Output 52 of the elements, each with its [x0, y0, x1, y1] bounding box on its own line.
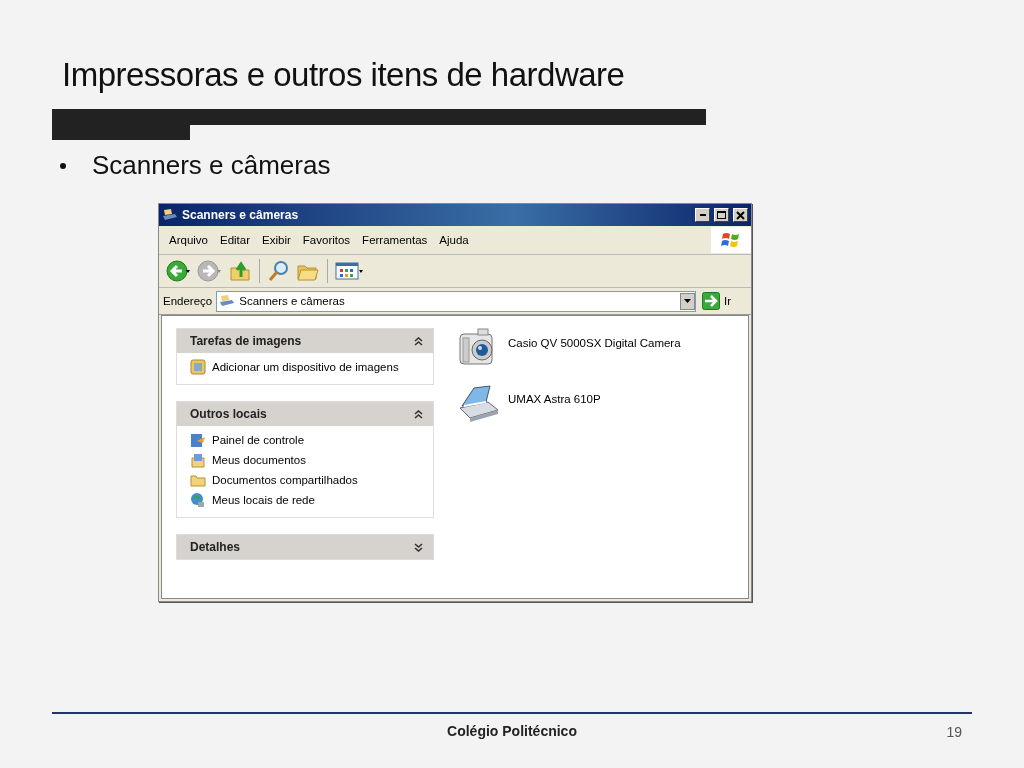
menu-item[interactable]: Ajuda — [433, 234, 475, 246]
forward-button[interactable] — [196, 258, 224, 284]
arrow-icon — [701, 292, 720, 310]
slide-title: Impressoras e outros itens de hardware — [62, 56, 626, 95]
address-field[interactable]: Scanners e câmeras — [216, 290, 696, 312]
back-icon — [166, 259, 192, 283]
task-link[interactable]: Adicionar um dispositivo de imagens — [190, 359, 421, 375]
task-link[interactable]: Documentos compartilhados — [190, 472, 421, 488]
close-icon — [736, 210, 745, 220]
address-label: Endereço — [163, 295, 213, 307]
scanner-icon — [162, 208, 178, 222]
panel-header[interactable]: Detalhes — [177, 535, 433, 559]
task-link[interactable]: Meus locais de rede — [190, 492, 421, 508]
menu-item[interactable]: Ferramentas — [356, 234, 434, 246]
dropdown-button[interactable] — [679, 292, 695, 310]
panel-title: Detalhes — [190, 540, 241, 554]
folder-up-icon — [228, 259, 252, 283]
panel-title: Tarefas de imagens — [190, 334, 302, 348]
windows-flag-icon — [721, 231, 741, 249]
minimize-button[interactable] — [695, 208, 710, 222]
views-icon — [335, 259, 364, 283]
task-link[interactable]: Painel de controle — [190, 432, 421, 448]
footer-text: Colégio Politécnico — [447, 723, 577, 739]
menu-item[interactable]: Editar — [214, 234, 257, 246]
task-link[interactable]: Meus documentos — [190, 452, 421, 468]
bullet-text: Scanners e câmeras — [92, 150, 331, 181]
address-value: Scanners e câmeras — [239, 295, 345, 307]
device-name[interactable]: UMAX Astra 610P — [508, 393, 601, 405]
window-title: Scanners e câmeras — [182, 208, 300, 222]
search-icon — [267, 259, 291, 283]
panel-header[interactable]: Outros locais — [177, 402, 433, 426]
folder-icon — [190, 472, 206, 488]
forward-icon — [197, 259, 223, 283]
panel-header[interactable]: Tarefas de imagens — [177, 329, 433, 353]
device-name[interactable]: Casio QV 5000SX Digital Camera — [508, 337, 681, 349]
maximize-icon — [717, 211, 726, 219]
panel-title: Outros locais — [190, 407, 267, 421]
globe-icon — [190, 492, 206, 508]
documents-icon — [190, 452, 206, 468]
page-number: 19 — [946, 724, 962, 740]
caret-icon — [683, 299, 691, 303]
go-button[interactable]: Ir — [699, 292, 747, 310]
menu-item[interactable]: Favoritos — [296, 234, 357, 246]
back-button[interactable] — [165, 258, 193, 284]
menu-item[interactable]: Arquivo — [163, 234, 214, 246]
scanner-icon — [219, 294, 236, 308]
close-button[interactable] — [733, 208, 748, 222]
minimize-icon — [699, 214, 706, 216]
bullet-dot — [60, 162, 66, 169]
maximize-button[interactable] — [714, 208, 729, 222]
image-device-icon — [190, 359, 206, 375]
menu-item[interactable]: Exibir — [256, 234, 297, 246]
